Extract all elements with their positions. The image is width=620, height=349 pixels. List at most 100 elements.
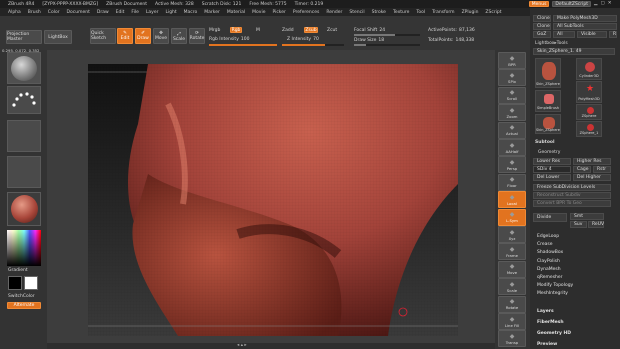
edit-button[interactable]: ✎ Edit <box>117 28 133 44</box>
document-canvas[interactable] <box>88 64 458 336</box>
section-meshintegrity[interactable]: MeshIntegrity <box>535 290 612 297</box>
menu-edit[interactable]: Edit <box>116 10 125 15</box>
freeze-subdivision-button[interactable]: Freeze SubDivision Levels <box>533 184 611 191</box>
shelf-transp-button[interactable]: ◆ Transp <box>498 330 526 348</box>
menu-stencil[interactable]: Stencil <box>349 10 364 15</box>
shelf-floor-button[interactable]: ◆ Floor <box>498 173 526 191</box>
tool-zsphere-1[interactable]: ZSphere_1 <box>576 121 602 137</box>
menus-button[interactable]: Menus <box>528 1 550 7</box>
section-fibermesh[interactable]: FiberMesh <box>535 319 612 326</box>
tool-skin-zsphere-2[interactable]: Skin_ZSphere <box>535 114 561 134</box>
sdiv-slider[interactable]: SDiv 4 <box>533 166 571 173</box>
menu-tool[interactable]: Tool <box>416 10 425 15</box>
all-subtools-button[interactable]: All SubTools <box>553 23 617 30</box>
menu-file[interactable]: File <box>131 10 139 15</box>
section-claypolish[interactable]: ClayPolish <box>535 258 612 265</box>
color-picker[interactable] <box>7 230 41 266</box>
section-geometry-hd[interactable]: Geometry HD <box>535 330 612 337</box>
section-dynamesh[interactable]: DynaMesh <box>535 266 612 273</box>
focal-shift-slider[interactable]: Focal Shift 24 <box>354 28 385 33</box>
menu-zplugin[interactable]: ZPlugin <box>462 10 479 15</box>
zadd-toggle[interactable]: Zadd <box>282 28 294 33</box>
quick-sketch-button[interactable]: Quick Sketch <box>90 28 116 44</box>
draw-size-track[interactable] <box>354 44 420 46</box>
texture-thumbnail[interactable] <box>7 156 41 188</box>
shelf-persp-button[interactable]: ◆ Persp <box>498 156 526 174</box>
shelf-bpr-button[interactable]: ◆ BPR <box>498 52 526 69</box>
convert-bpr-button[interactable]: Convert BPR To Geo <box>533 200 611 207</box>
alternate-button[interactable]: Alternate <box>7 302 41 309</box>
menu-transform[interactable]: Transform <box>432 10 454 15</box>
menu-draw[interactable]: Draw <box>97 10 109 15</box>
default-zscript-button[interactable]: DefaultZScript <box>552 1 591 7</box>
menu-preferences[interactable]: Preferences <box>293 10 319 15</box>
shelf-scale-button[interactable]: ◆ Scale <box>498 278 526 296</box>
menu-zscript[interactable]: ZScript <box>485 10 501 15</box>
shelf-line-fill-button[interactable]: ◆ Line Fill <box>498 313 526 330</box>
shelf-actual-button[interactable]: ◆ Actual <box>498 121 526 139</box>
menu-texture[interactable]: Texture <box>393 10 409 15</box>
material-thumbnail[interactable] <box>7 192 41 226</box>
goz-button[interactable]: GoZ <box>533 31 551 38</box>
minimize-icon[interactable]: ▁ <box>594 1 597 7</box>
tool-zsphere[interactable]: ZSphere <box>576 104 602 120</box>
menu-color[interactable]: Color <box>48 10 60 15</box>
mrgb-toggle[interactable]: Mrgb <box>209 28 220 33</box>
reconstruct-subdiv-button[interactable]: Reconstruct Subdiv <box>533 192 611 199</box>
current-tool-slider[interactable]: Skin_ZSphere_1. 49 <box>533 48 615 55</box>
lower-res-button[interactable]: Lower Res <box>533 158 571 165</box>
reuv-toggle[interactable]: ReUV <box>588 221 604 228</box>
close-icon[interactable]: ✕ <box>608 1 612 7</box>
tool-skin-zsphere[interactable]: Skin_ZSphere <box>535 58 561 88</box>
window-controls[interactable]: ▁ ▢ ✕ <box>594 1 614 7</box>
goz-r-button[interactable]: R <box>609 31 617 38</box>
section-preview[interactable]: Preview <box>535 341 612 348</box>
section-edgeloop[interactable]: EdgeLoop <box>535 233 612 240</box>
menu-document[interactable]: Document <box>67 10 90 15</box>
tool-cylinder3d[interactable]: Cylinder3D <box>576 58 602 80</box>
section-modify-topology[interactable]: Modify Topology <box>535 282 612 289</box>
zcut-toggle[interactable]: Zcut <box>327 28 337 33</box>
shelf-aahalf-button[interactable]: ◆ AAHalf <box>498 139 526 156</box>
menu-picker[interactable]: Picker <box>272 10 285 15</box>
geometry-header[interactable]: Geometry <box>538 150 560 155</box>
move-button[interactable]: ✥ Move <box>153 28 169 44</box>
shelf-spix-button[interactable]: ◆ SPix <box>498 69 526 87</box>
smt-toggle[interactable]: Smt <box>570 213 604 220</box>
maximize-icon[interactable]: ▢ <box>600 1 604 7</box>
rgb-intensity-track[interactable] <box>209 44 277 46</box>
menu-brush[interactable]: Brush <box>28 10 41 15</box>
scale-button[interactable]: ⤢ Scale <box>171 28 187 44</box>
rgb-intensity-slider[interactable]: Rgb Intensity 100 <box>209 37 249 42</box>
shelf-zoom-button[interactable]: ◆ Zoom <box>498 104 526 122</box>
m-toggle[interactable]: M <box>256 28 260 33</box>
shelf-rotate-button[interactable]: ◆ Rotate <box>498 295 526 313</box>
lightbox-button[interactable]: LightBox <box>44 30 72 44</box>
rotate-button[interactable]: ⟳ Rotate <box>189 28 205 44</box>
menu-alpha[interactable]: Alpha <box>8 10 21 15</box>
main-color-swatch[interactable] <box>8 276 22 290</box>
subtool-header[interactable]: Subtool <box>535 140 555 145</box>
make-polymesh-button[interactable]: Make PolyMesh3D <box>553 15 617 22</box>
menu-movie[interactable]: Movie <box>252 10 265 15</box>
secondary-color-swatch[interactable] <box>24 276 38 290</box>
lightbox-tools-link[interactable]: Lightbox▸Tools <box>535 41 568 46</box>
menu-layer[interactable]: Layer <box>146 10 159 15</box>
menu-macro[interactable]: Macro <box>184 10 198 15</box>
section-layers[interactable]: Layers <box>535 308 612 315</box>
brush-thumbnail[interactable] <box>7 52 41 84</box>
section-shadowbox[interactable]: ShadowBox <box>535 249 612 256</box>
tool-simplebrush[interactable]: SimpleBrush <box>535 90 561 112</box>
zsub-toggle[interactable]: Zsub <box>304 27 318 33</box>
menu-material[interactable]: Material <box>227 10 245 15</box>
shelf-xyz-button[interactable]: ◆ Xyz <box>498 226 526 243</box>
del-higher-button[interactable]: Del Higher <box>573 174 611 181</box>
projection-master-button[interactable]: Projection Master <box>6 30 42 44</box>
section-crease[interactable]: Crease <box>535 241 612 248</box>
z-intensity-slider[interactable]: Z Intensity 70 <box>287 37 319 42</box>
tool-polymesh3d[interactable]: ★ PolyMesh3D <box>576 81 602 103</box>
suv-toggle[interactable]: Suv <box>570 221 587 228</box>
divide-button[interactable]: Divide <box>533 213 567 222</box>
shelf-move-button[interactable]: ◆ Move <box>498 260 526 278</box>
cage-button[interactable]: Cage <box>573 166 591 173</box>
